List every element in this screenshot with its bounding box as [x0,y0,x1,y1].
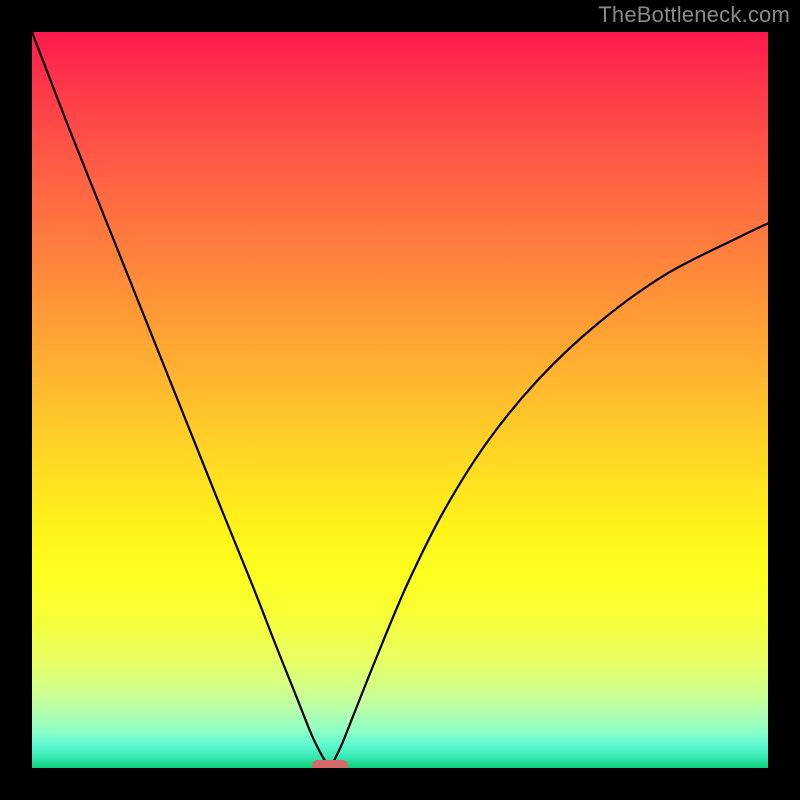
curve-right-branch [330,223,768,768]
watermark-text: TheBottleneck.com [598,2,790,28]
curve-left-branch [32,32,330,768]
bottleneck-curve [32,32,768,768]
minimum-marker [312,760,348,768]
plot-area [32,32,768,768]
chart-frame: TheBottleneck.com [0,0,800,800]
